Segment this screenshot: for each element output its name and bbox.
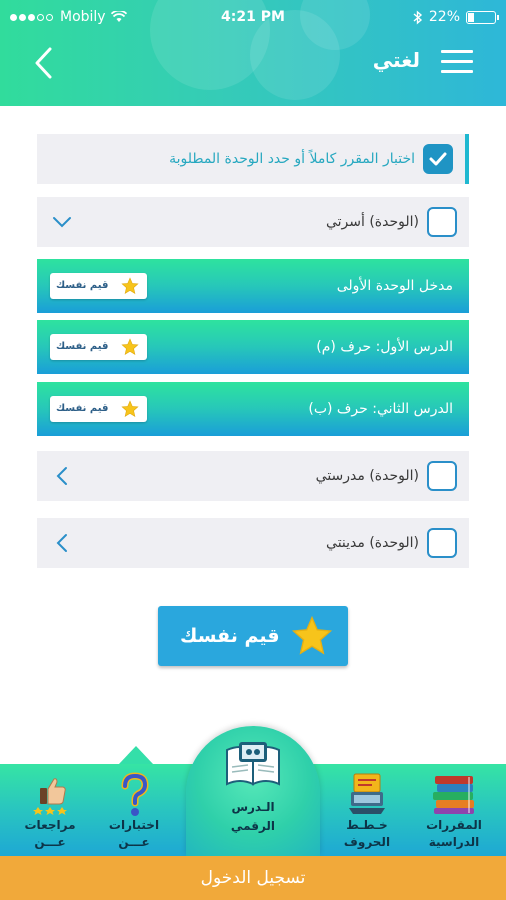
chevron-left-icon[interactable] — [49, 530, 75, 556]
tab-courses-label: المقررات — [426, 818, 482, 832]
unit-label: (الوحدة) مدرستي — [315, 468, 419, 484]
tab-letter-plans-label: خـطـط — [346, 818, 388, 832]
tab-reviews-sublabel: عـــن — [34, 835, 66, 849]
tab-courses[interactable]: المقررات الدراسية — [412, 764, 496, 856]
tab-reviews[interactable]: مراجعات عـــن — [8, 764, 92, 856]
evaluate-button-label: قيم نفسك — [56, 341, 109, 352]
star-icon — [121, 338, 139, 355]
evaluate-yourself-button[interactable]: قيم نفسك — [50, 396, 147, 422]
chevron-left-icon[interactable] — [49, 463, 75, 489]
tab-letter-plans-sublabel: الحروف — [343, 835, 391, 849]
tab-letter-plans[interactable]: خـطـط الحروف — [325, 764, 409, 856]
tab-courses-sublabel: الدراسية — [428, 835, 480, 849]
battery-icon — [466, 10, 499, 24]
battery-fill — [468, 12, 475, 22]
question-mark-icon — [121, 772, 149, 816]
books-stack-icon — [433, 776, 474, 814]
page-title: لغتي — [372, 48, 420, 72]
presentation-board-icon — [349, 773, 385, 814]
active-tab-indicator — [119, 746, 153, 764]
unit-checkbox[interactable] — [427, 207, 457, 237]
tab-digital-lesson-label: الـدرس — [231, 800, 275, 814]
evaluate-button-label: قيم نفسك — [56, 403, 109, 414]
lesson-label: مدخل الوحدة الأولى — [336, 278, 453, 294]
lesson-row-1[interactable]: الدرس الأول: حرف (م) قيم نفسك — [37, 320, 469, 374]
star-icon — [291, 615, 333, 655]
evaluate-main-label: قيم نفسك — [180, 625, 280, 647]
tab-tests-label: اختبارات — [108, 818, 160, 832]
star-icon — [121, 277, 139, 294]
unit-label: (الوحدة) مدينتي — [326, 535, 419, 551]
status-right: 22% — [413, 9, 499, 25]
evaluate-button-label: قيم نفسك — [56, 280, 109, 291]
chevron-down-icon[interactable] — [49, 209, 75, 235]
tab-tests[interactable]: اختبارات عـــن — [92, 764, 176, 856]
unit-label: (الوحدة) أسرتي — [325, 214, 419, 230]
login-button-label: تسجيل الدخول — [200, 868, 306, 888]
lesson-row-2[interactable]: الدرس الثاني: حرف (ب) قيم نفسك — [37, 382, 469, 436]
menu-icon[interactable] — [441, 50, 473, 74]
tab-tests-sublabel: عـــن — [118, 835, 150, 849]
evaluate-yourself-button[interactable]: قيم نفسك — [50, 273, 147, 299]
unit-row-my-family[interactable]: (الوحدة) أسرتي — [37, 197, 469, 247]
evaluate-yourself-button[interactable]: قيم نفسك — [50, 334, 147, 360]
unit-row-my-school[interactable]: (الوحدة) مدرستي — [37, 451, 469, 501]
tab-digital-lesson-sublabel: الرقمي — [230, 819, 276, 833]
tab-reviews-label: مراجعات — [24, 818, 76, 832]
unit-checkbox[interactable] — [427, 461, 457, 491]
lesson-row-unit-intro[interactable]: مدخل الوحدة الأولى قيم نفسك — [37, 259, 469, 313]
unit-checkbox[interactable] — [427, 528, 457, 558]
app-header: Mobily 4:21 PM 22% لغتي — [0, 0, 506, 106]
select-course-row[interactable]: اختبار المقرر كاملاً أو حدد الوحدة المطل… — [37, 134, 469, 184]
bluetooth-icon — [413, 9, 422, 25]
back-icon[interactable] — [30, 45, 60, 81]
star-icon — [121, 400, 139, 417]
digital-book-icon — [226, 742, 280, 786]
select-course-label: اختبار المقرر كاملاً أو حدد الوحدة المطل… — [169, 151, 415, 167]
tab-digital-lesson[interactable]: الـدرس الرقمي — [203, 742, 303, 856]
thumbs-up-icon — [33, 778, 67, 815]
login-bar[interactable]: تسجيل الدخول — [0, 856, 506, 900]
lesson-label: الدرس الثاني: حرف (ب) — [308, 401, 453, 417]
select-all-checkbox[interactable] — [423, 144, 453, 174]
lesson-label: الدرس الأول: حرف (م) — [316, 339, 453, 355]
checkmark-icon — [429, 152, 447, 166]
evaluate-yourself-main-button[interactable]: قيم نفسك — [158, 606, 348, 666]
unit-row-my-city[interactable]: (الوحدة) مدينتي — [37, 518, 469, 568]
battery-percent: 22% — [428, 9, 460, 25]
status-bar: Mobily 4:21 PM 22% — [0, 0, 506, 36]
